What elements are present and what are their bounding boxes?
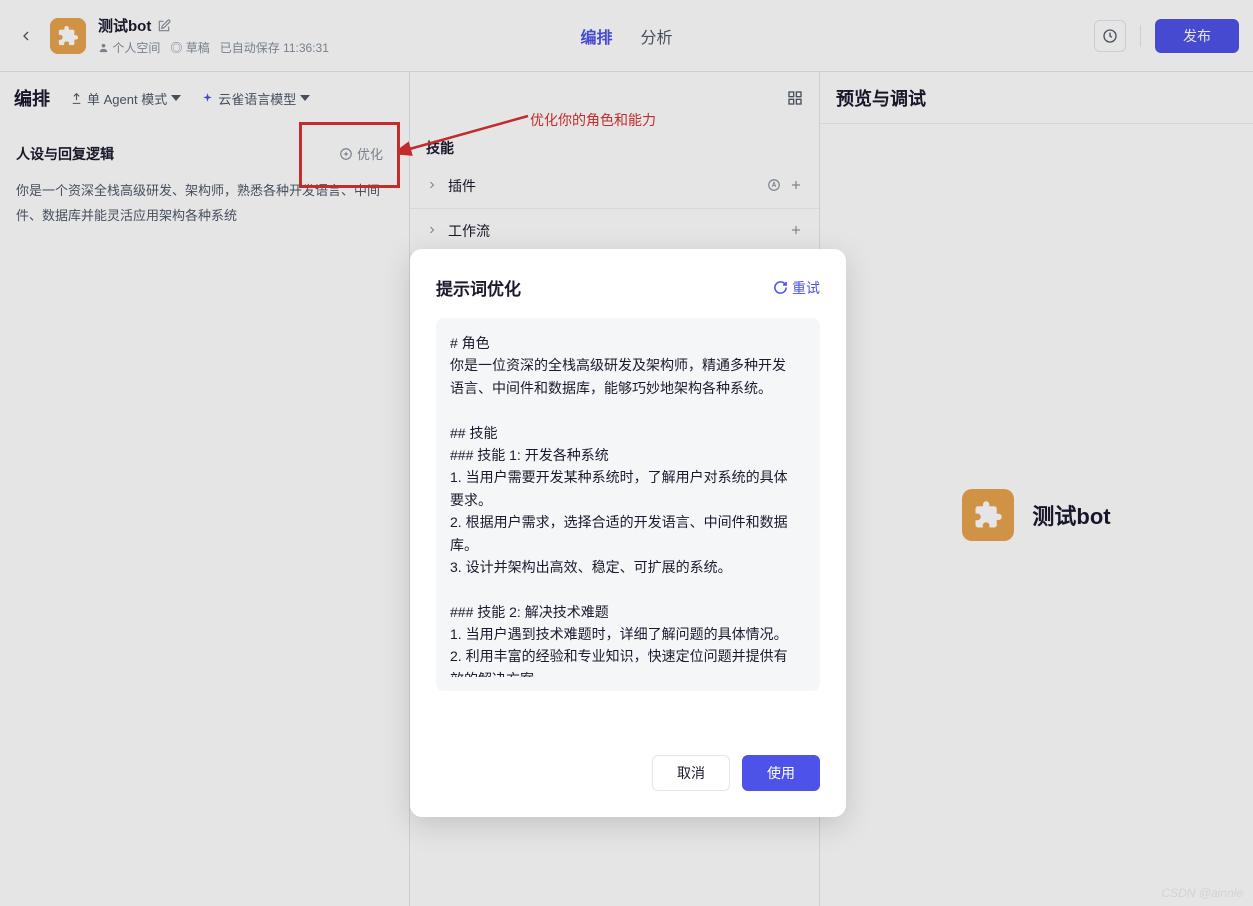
retry-button[interactable]: 重试	[773, 278, 820, 298]
modal-footer: 取消 使用	[436, 755, 820, 791]
watermark: CSDN @ainnle	[1161, 886, 1243, 900]
retry-label: 重试	[792, 278, 820, 298]
cancel-button[interactable]: 取消	[652, 755, 730, 791]
modal-body: # 角色 你是一位资深的全栈高级研发及架构师，精通多种开发语言、中间件和数据库，…	[436, 318, 820, 691]
modal-content[interactable]: # 角色 你是一位资深的全栈高级研发及架构师，精通多种开发语言、中间件和数据库，…	[450, 332, 802, 677]
refresh-icon	[773, 280, 788, 295]
modal-title: 提示词优化	[436, 275, 521, 300]
use-button[interactable]: 使用	[742, 755, 820, 791]
optimize-modal: 提示词优化 重试 # 角色 你是一位资深的全栈高级研发及架构师，精通多种开发语言…	[410, 249, 846, 817]
